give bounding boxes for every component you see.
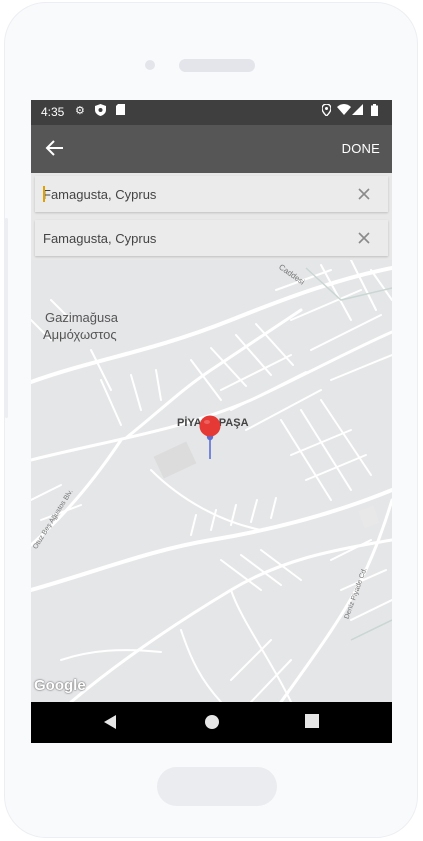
status-time: 4:35: [41, 105, 65, 119]
earpiece-speaker: [179, 59, 255, 72]
arrow-left-icon[interactable]: [43, 136, 67, 160]
app-screen: 4:35 ⚙ DONE Famagusta, Cyprus Famagusta,…: [31, 100, 392, 743]
triangle-back-icon[interactable]: [103, 714, 117, 735]
close-icon[interactable]: [356, 230, 372, 246]
wifi-icon: [337, 104, 351, 119]
done-button[interactable]: DONE: [342, 141, 380, 156]
circle-home-icon[interactable]: [204, 714, 220, 735]
android-nav-bar: [31, 702, 392, 743]
origin-field: [35, 176, 388, 212]
google-logo: Google: [34, 677, 86, 694]
map-label-city: Gazimağusa: [45, 310, 118, 325]
battery-icon: [371, 104, 378, 120]
signal-icon: [352, 104, 363, 119]
text-cursor: [43, 186, 45, 202]
map-label-city-greek: Αμμόχωστος: [43, 327, 117, 342]
destination-field: [35, 220, 388, 256]
app-toolbar: DONE: [31, 125, 392, 173]
front-camera: [145, 60, 155, 70]
shield-icon: [95, 104, 106, 120]
square-recents-icon[interactable]: [305, 714, 319, 734]
status-bar: 4:35 ⚙: [31, 100, 392, 125]
location-icon: [321, 103, 332, 120]
hardware-home-button[interactable]: [157, 767, 277, 806]
destination-input[interactable]: [43, 220, 343, 256]
gear-icon: ⚙: [75, 105, 85, 117]
close-icon[interactable]: [356, 186, 372, 202]
map-view[interactable]: Gazimağusa Αμμόχωστος PİYALE PAŞA Caddes…: [31, 260, 392, 702]
phone-side-button: [5, 218, 8, 418]
location-pin-icon[interactable]: [198, 415, 222, 459]
origin-input[interactable]: [43, 176, 343, 212]
sd-card-icon: [116, 104, 125, 119]
